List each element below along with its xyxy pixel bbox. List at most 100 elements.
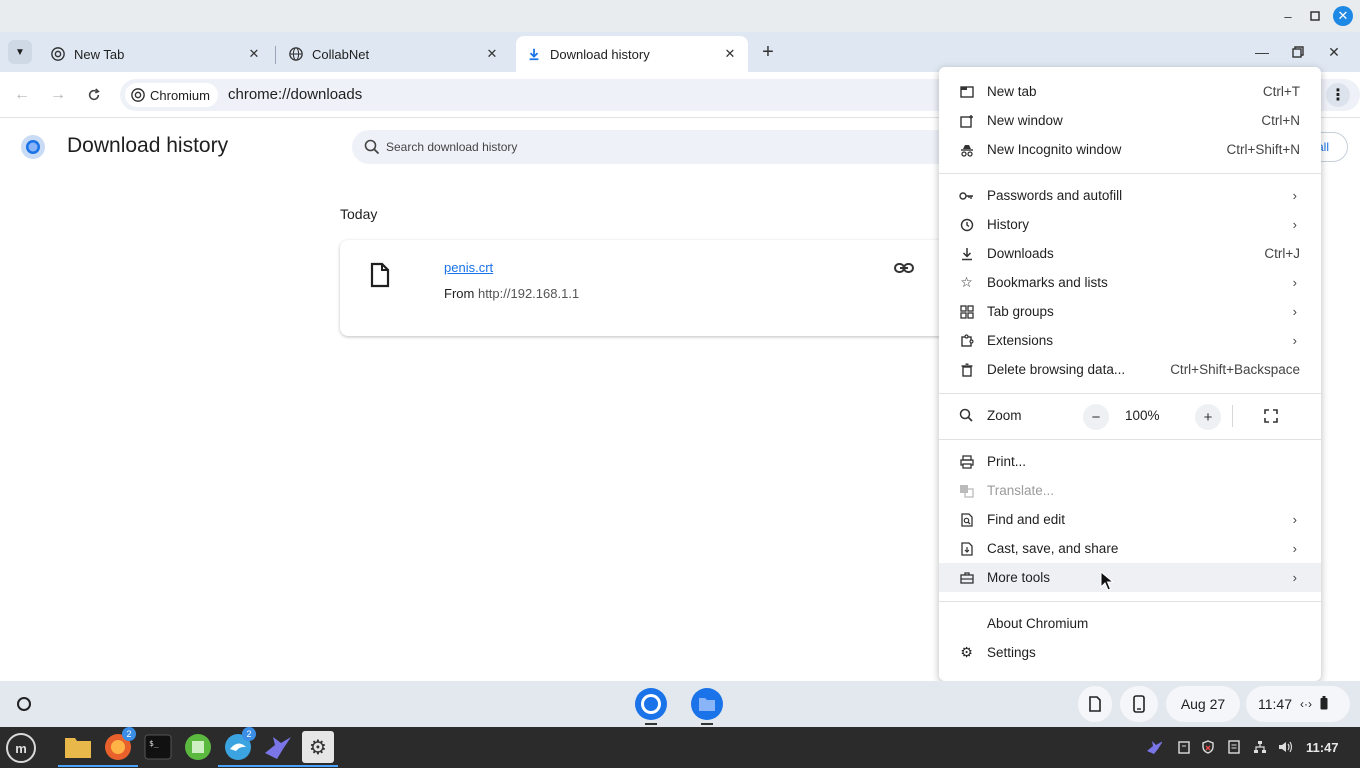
chromium-icon <box>131 88 145 102</box>
launcher-button[interactable] <box>10 690 38 718</box>
window-close-icon[interactable]: ✕ <box>1322 40 1346 64</box>
tray-notes-icon[interactable] <box>1226 739 1242 755</box>
menu-divider <box>939 601 1321 602</box>
menu-item-extensions[interactable]: Extensions › <box>939 326 1321 355</box>
download-filename-link[interactable]: penis.crt <box>444 260 493 275</box>
taskbar-terminal-icon[interactable]: $_ <box>142 731 174 763</box>
menu-item-print[interactable]: Print... <box>939 447 1321 476</box>
tray-clipboard-icon[interactable] <box>1176 739 1192 755</box>
chevron-right-icon: › <box>1292 217 1297 232</box>
window-restore-icon[interactable] <box>1286 40 1310 64</box>
menu-kebab-icon[interactable]: ⋮ <box>1326 83 1350 107</box>
new-tab-button[interactable]: + <box>756 40 780 64</box>
close-tab-icon[interactable]: ✕ <box>246 46 262 62</box>
reload-icon[interactable] <box>82 83 106 107</box>
menu-item-bookmarks[interactable]: ☆ Bookmarks and lists › <box>939 268 1321 297</box>
tab-download-history[interactable]: Download history ✕ <box>516 36 748 72</box>
from-label: From <box>444 286 475 301</box>
launcher-circle-icon <box>17 697 31 711</box>
menu-item-settings[interactable]: ⚙ Settings <box>939 638 1321 667</box>
chevron-right-icon: › <box>1292 570 1297 585</box>
taskbar-clock: 11:47 <box>1306 740 1339 755</box>
file-icon <box>368 262 392 288</box>
download-item-card: penis.crt From http://192.168.1.1 <box>340 240 980 336</box>
menu-item-translate[interactable]: Translate... <box>939 476 1321 505</box>
os-close-icon[interactable]: ✕ <box>1333 6 1353 26</box>
menu-divider <box>939 393 1321 394</box>
taskbar-settings-icon[interactable]: ⚙ <box>298 731 338 767</box>
menu-item-find-and-edit[interactable]: Find and edit › <box>939 505 1321 534</box>
close-tab-icon[interactable]: ✕ <box>484 46 500 62</box>
running-indicator <box>298 765 338 767</box>
menu-item-new-incognito[interactable]: New Incognito window Ctrl+Shift+N <box>939 135 1321 164</box>
close-tab-icon[interactable]: ✕ <box>722 46 738 62</box>
menu-item-cast-save-share[interactable]: Cast, save, and share › <box>939 534 1321 563</box>
tab-strip: ▼ New Tab ✕ CollabNet ✕ Download history… <box>0 32 1360 72</box>
os-minimize-icon[interactable]: – <box>1278 6 1298 26</box>
url-text[interactable]: chrome://downloads <box>228 86 362 103</box>
site-info-chip[interactable]: Chromium <box>125 83 218 107</box>
menu-item-about[interactable]: About Chromium <box>939 609 1321 638</box>
globe-icon <box>288 46 304 62</box>
taskbar-bird-app-icon[interactable] <box>258 731 298 767</box>
menu-divider <box>939 173 1321 174</box>
zoom-out-button[interactable]: − <box>1083 404 1109 430</box>
download-icon <box>526 46 542 62</box>
chevron-right-icon: › <box>1292 333 1297 348</box>
forward-arrow-icon[interactable]: → <box>46 83 70 107</box>
menu-item-downloads[interactable]: Downloads Ctrl+J <box>939 239 1321 268</box>
date-tray[interactable]: Aug 27 <box>1166 686 1240 722</box>
chevron-right-icon: › <box>1292 304 1297 319</box>
menu-item-delete-browsing-data[interactable]: Delete browsing data... Ctrl+Shift+Backs… <box>939 355 1321 384</box>
zoom-icon <box>959 408 974 423</box>
taskbar-dolphin-icon[interactable]: 2 <box>218 727 258 767</box>
menu-item-new-window[interactable]: New window Ctrl+N <box>939 106 1321 135</box>
copy-link-icon[interactable] <box>892 258 916 278</box>
clock-time: 11:47 <box>1258 696 1292 712</box>
desktop-taskbar: m 2 $_ 2 ⚙ 11:47 <box>0 727 1360 768</box>
taskbar-files-icon[interactable] <box>58 731 98 767</box>
trash-icon <box>959 362 974 377</box>
find-page-icon <box>959 512 974 527</box>
tab-new-tab[interactable]: New Tab ✕ <box>40 36 272 72</box>
back-arrow-icon[interactable]: ← <box>10 83 34 107</box>
taskbar-firefox-icon[interactable]: 2 <box>98 727 138 767</box>
window-minimize-icon[interactable]: — <box>1250 40 1274 64</box>
zoom-in-button[interactable]: + <box>1195 404 1221 430</box>
tab-groups-icon <box>959 304 974 319</box>
tray-network-icon[interactable] <box>1252 739 1268 755</box>
menu-item-passwords[interactable]: Passwords and autofill › <box>939 181 1321 210</box>
tab-collabnet[interactable]: CollabNet ✕ <box>278 36 510 72</box>
notification-badge: 2 <box>122 727 136 741</box>
zoom-label: Zoom <box>987 408 1022 423</box>
fullscreen-icon[interactable] <box>1263 408 1279 424</box>
puzzle-icon <box>959 333 974 348</box>
chevron-right-icon: › <box>1292 188 1297 203</box>
phone-hub-icon[interactable] <box>1120 686 1158 722</box>
tray-bird-icon[interactable] <box>1146 739 1162 755</box>
new-window-icon <box>959 113 974 128</box>
translate-icon <box>959 483 974 498</box>
holding-space-icon[interactable] <box>1078 686 1112 722</box>
tab-search-button[interactable]: ▼ <box>8 40 32 64</box>
running-indicator <box>258 765 298 767</box>
search-input[interactable] <box>386 138 946 156</box>
search-downloads[interactable] <box>352 130 972 164</box>
menu-item-new-tab[interactable]: New tab Ctrl+T <box>939 77 1321 106</box>
menu-item-history[interactable]: History › <box>939 210 1321 239</box>
shelf-files-icon[interactable] <box>688 685 726 723</box>
taskbar-calculator-icon[interactable] <box>182 731 214 763</box>
mint-menu-icon[interactable]: m <box>6 733 36 763</box>
tray-shield-icon[interactable] <box>1200 739 1216 755</box>
search-icon <box>364 139 380 155</box>
running-indicator <box>645 723 657 725</box>
status-tray[interactable]: 11:47 ‹·› <box>1246 686 1350 722</box>
os-maximize-icon[interactable] <box>1305 6 1325 26</box>
tray-volume-icon[interactable] <box>1278 739 1294 755</box>
menu-item-more-tools[interactable]: More tools › <box>939 563 1321 592</box>
page-title: Download history <box>67 134 229 157</box>
shelf-chromium-icon[interactable] <box>632 685 670 723</box>
incognito-icon <box>959 142 974 157</box>
date-section-header: Today <box>340 206 378 222</box>
menu-item-tab-groups[interactable]: Tab groups › <box>939 297 1321 326</box>
